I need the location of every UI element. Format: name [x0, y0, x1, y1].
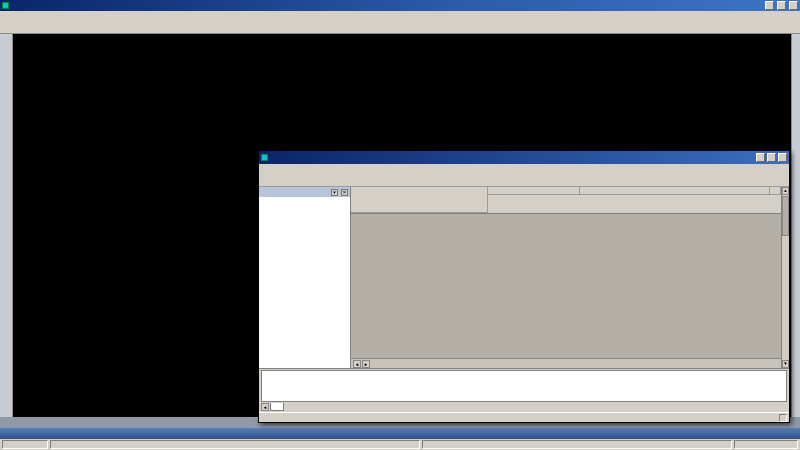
cm-window-icon: [261, 154, 268, 161]
cm-titlebar[interactable]: [259, 151, 789, 164]
app-window: ▾ ✕ ◄ ►: [0, 0, 800, 450]
cm-grid-body: [351, 214, 781, 358]
status-mode: [2, 440, 48, 449]
cm-statusbar: [259, 412, 789, 422]
cm-output-panel: ◄: [259, 368, 789, 412]
cm-navigator-panel: ▾ ✕: [259, 187, 351, 368]
cm-toolbar: [259, 174, 789, 187]
status-counts: [422, 440, 732, 449]
function-key-strip: [0, 428, 800, 439]
cm-menubar: [259, 164, 789, 174]
app-titlebar: [0, 0, 800, 11]
status-grid: [734, 440, 798, 449]
output-tab[interactable]: [270, 403, 284, 411]
maximize-button[interactable]: [777, 1, 786, 10]
status-selection-detail: [50, 440, 420, 449]
cm-minimize-button[interactable]: [756, 153, 765, 162]
column-group-from-to-constraints[interactable]: [580, 187, 770, 195]
app-icon: [2, 2, 9, 9]
constraint-manager-window: ▾ ✕ ◄ ►: [258, 150, 790, 423]
cm-vertical-scrollbar[interactable]: ▲ ▼: [781, 187, 789, 368]
cm-output-log: [261, 370, 787, 402]
cm-status-context: [779, 414, 787, 422]
cm-output-tabs: ◄: [259, 402, 789, 412]
column-group-layer-length[interactable]: [488, 187, 580, 195]
scrollbar-thumb[interactable]: [782, 196, 789, 236]
tab-scroll-right-icon[interactable]: ►: [362, 360, 370, 368]
cm-maximize-button[interactable]: [767, 153, 776, 162]
cm-page-tabs: ◄ ►: [351, 358, 781, 368]
cm-grid-zone: ◄ ►: [351, 187, 781, 368]
minimize-button[interactable]: [765, 1, 774, 10]
scroll-up-icon[interactable]: ▲: [782, 187, 789, 195]
cm-navigator-tree: [259, 197, 350, 368]
app-toolbar: [0, 21, 800, 34]
app-menubar: [0, 11, 800, 21]
close-button[interactable]: [789, 1, 798, 10]
right-dock-strip[interactable]: [791, 34, 800, 417]
output-scroll-left-icon[interactable]: ◄: [261, 403, 269, 411]
left-toolbar: [0, 34, 13, 417]
tab-scroll-left-icon[interactable]: ◄: [353, 360, 361, 368]
cm-body: ▾ ✕ ◄ ►: [259, 187, 789, 368]
navigator-close-icon[interactable]: ✕: [341, 189, 348, 196]
scroll-down-icon[interactable]: ▼: [782, 360, 789, 368]
column-group-length[interactable]: [770, 187, 781, 195]
app-statusbar: [0, 439, 800, 450]
navigator-pin-icon[interactable]: ▾: [331, 189, 338, 196]
cm-close-button[interactable]: [778, 153, 787, 162]
cm-grid-header: [351, 187, 781, 214]
column-header-constraint-class-net[interactable]: [351, 187, 488, 213]
cm-navigator-header: ▾ ✕: [259, 187, 350, 197]
